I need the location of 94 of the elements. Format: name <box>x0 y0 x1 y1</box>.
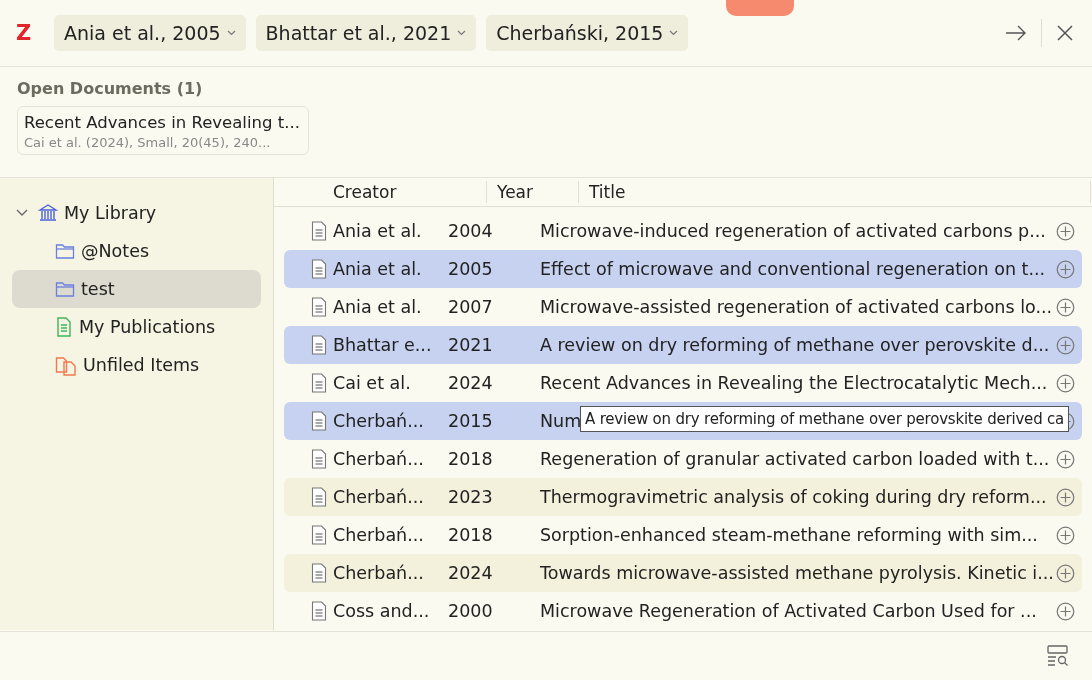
document-icon <box>311 297 327 317</box>
add-icon[interactable] <box>1055 601 1075 621</box>
add-icon[interactable] <box>1055 297 1075 317</box>
year-cell: 2005 <box>448 259 493 279</box>
title-cell: Num <box>540 411 582 431</box>
column-header[interactable]: Year <box>487 181 579 203</box>
year-cell: 2015 <box>448 411 493 431</box>
creator-cell: Ania et al. <box>333 221 422 241</box>
year-cell: 2018 <box>448 525 493 545</box>
document-icon <box>55 317 73 337</box>
creator-cell: Ania et al. <box>333 297 422 317</box>
document-citation: Cai et al. (2024), Small, 20(45), 240... <box>24 135 272 150</box>
folder-icon <box>55 242 75 260</box>
document-icon <box>311 563 327 583</box>
tree-item[interactable]: test <box>12 270 261 308</box>
year-cell: 2024 <box>448 563 493 583</box>
add-icon[interactable] <box>1055 487 1075 507</box>
add-icon[interactable] <box>1055 335 1075 355</box>
year-cell: 2018 <box>448 449 493 469</box>
list-search-icon <box>1046 644 1070 668</box>
add-icon[interactable] <box>1055 259 1075 279</box>
creator-cell: Cherbań... <box>333 525 424 545</box>
title-cell: Towards microwave-assisted methane pyrolysis. Kinetic i... <box>540 563 1054 583</box>
year-cell: 2021 <box>448 335 493 355</box>
tree-item[interactable]: Unfiled Items <box>12 346 261 384</box>
title-cell: Microwave-assisted regeneration of activated carbons lo... <box>540 297 1053 317</box>
add-icon[interactable] <box>1055 373 1075 393</box>
section-heading: Open Documents (1) <box>17 79 204 98</box>
tree-item[interactable]: @Notes <box>12 232 261 270</box>
arrow-icon <box>1005 25 1027 41</box>
document-icon <box>311 411 327 431</box>
year-cell: 2004 <box>448 221 493 241</box>
table-row[interactable]: Ania et al. 2007 Microwave-assisted regeneration of activated carbons lo... <box>284 288 1082 326</box>
document-icon <box>311 487 327 507</box>
add-icon[interactable] <box>1055 525 1075 545</box>
title-cell: Regeneration of granular activated carbon loaded with t... <box>540 449 1050 469</box>
creator-cell: Ania et al. <box>333 259 422 279</box>
tooltip: A review on dry reforming of methane over perovskite derived ca <box>580 406 1070 432</box>
creator-cell: Cherbań... <box>333 449 424 469</box>
documents-icon <box>55 354 77 376</box>
table-row[interactable]: Ania et al. 2004 Microwave-induced regeneration of activated carbons p... <box>284 212 1082 250</box>
library-icon <box>38 203 58 223</box>
add-icon[interactable] <box>1055 449 1075 469</box>
document-tab[interactable]: Bhattar et al., 2021 <box>255 15 477 51</box>
caret-icon <box>457 30 467 36</box>
title-cell: A review on dry reforming of methane over perovskite d... <box>540 335 1050 355</box>
chevron-icon[interactable] <box>16 209 28 217</box>
title-cell: Recent Advances in Revealing the Electrocatalytic Mech... <box>540 373 1048 393</box>
document-icon <box>311 601 327 621</box>
folder-icon <box>55 280 75 298</box>
title-cell: Effect of microwave and conventional regeneration on t... <box>540 259 1046 279</box>
table-row[interactable]: Cherbań... 2018 Sorption-enhanced steam-methane reforming with sim... <box>284 516 1082 554</box>
year-cell: 2024 <box>448 373 493 393</box>
notification-tab[interactable] <box>726 0 794 16</box>
document-icon <box>311 335 327 355</box>
tree-item[interactable]: My Publications <box>12 308 261 346</box>
title-cell: Sorption-enhanced steam-methane reforming with sim... <box>540 525 1038 545</box>
document-icon <box>311 449 327 469</box>
document-icon <box>311 373 327 393</box>
table-row[interactable]: Bhattar e... 2021 A review on dry reforming of methane over perovskite d... <box>284 326 1082 364</box>
table-row[interactable]: Cherbań... 2018 Regeneration of granular activated carbon loaded with t... <box>284 440 1082 478</box>
document-icon <box>311 259 327 279</box>
caret-icon <box>669 30 679 36</box>
creator-cell: Bhattar e... <box>333 335 432 355</box>
creator-cell: Cherbań... <box>333 487 424 507</box>
close-icon <box>1056 24 1074 42</box>
creator-cell: Coss and... <box>333 601 430 621</box>
tree-item[interactable]: My Library <box>12 194 261 232</box>
table-row[interactable]: Coss and... 2000 Microwave Regeneration of Activated Carbon Used for ... <box>284 592 1082 630</box>
column-header[interactable]: Title <box>579 181 1091 203</box>
year-cell: 2023 <box>448 487 493 507</box>
document-title: Recent Advances in Revealing t... <box>24 113 300 132</box>
year-cell: 2007 <box>448 297 493 317</box>
app-logo: Z <box>16 21 33 45</box>
title-cell: Thermogravimetric analysis of coking during dry reform... <box>540 487 1047 507</box>
creator-cell: Cai et al. <box>333 373 411 393</box>
document-tab[interactable]: Cherbański, 2015 <box>486 15 689 51</box>
document-card[interactable]: Recent Advances in Revealing t... Cai et al. (2024), Small, 20(45), 240... <box>17 106 309 155</box>
creator-cell: Cherbań... <box>333 411 424 431</box>
document-tab[interactable]: Ania et al., 2005 <box>54 15 246 51</box>
table-row[interactable]: Cherbań... 2023 Thermogravimetric analysis of coking during dry reform... <box>284 478 1082 516</box>
add-icon[interactable] <box>1055 563 1075 583</box>
document-icon <box>311 221 327 241</box>
title-cell: Microwave-induced regeneration of activated carbons p... <box>540 221 1046 241</box>
creator-cell: Cherbań... <box>333 563 424 583</box>
column-header[interactable]: Creator <box>323 181 487 203</box>
table-row[interactable]: Ania et al. 2005 Effect of microwave and conventional regeneration on t... <box>284 250 1082 288</box>
table-row[interactable]: Cai et al. 2024 Recent Advances in Revealing the Electrocatalytic Mech... <box>284 364 1082 402</box>
title-cell: Microwave Regeneration of Activated Carbon Used for ... <box>540 601 1037 621</box>
year-cell: 2000 <box>448 601 493 621</box>
document-icon <box>311 525 327 545</box>
add-icon[interactable] <box>1055 221 1075 241</box>
table-row[interactable]: Cherbań... 2024 Towards microwave-assisted methane pyrolysis. Kinetic i... <box>284 554 1082 592</box>
caret-icon <box>226 30 236 36</box>
